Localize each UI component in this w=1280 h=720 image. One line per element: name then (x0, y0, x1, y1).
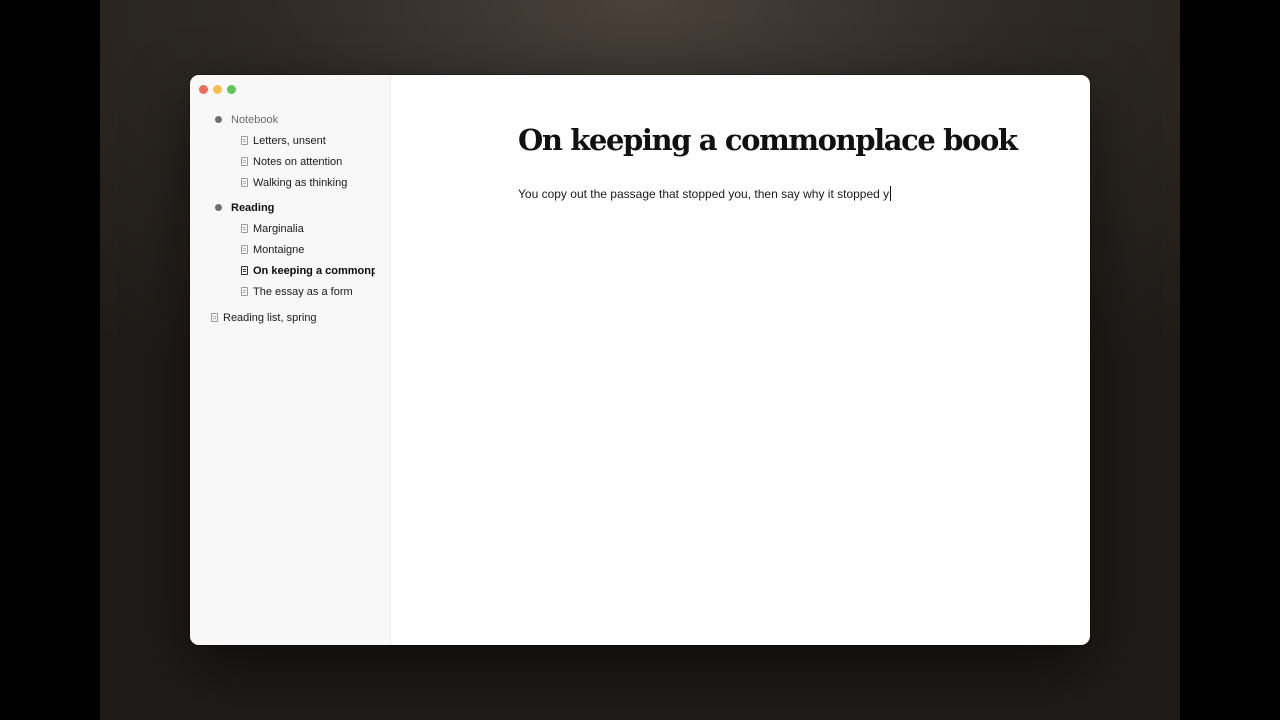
document-icon (241, 178, 248, 187)
sidebar-item-essay-as-a-form[interactable]: The essay as a form (190, 281, 390, 302)
group-reading: Reading Marginalia Montaigne On keeping … (190, 197, 390, 302)
group-notebook: Notebook Letters, unsent Notes on attent… (190, 109, 390, 193)
close-window-button[interactable] (199, 85, 208, 94)
sidebar-item-label: On keeping a commonplace book (253, 264, 375, 277)
app-window: Notebook Letters, unsent Notes on attent… (190, 75, 1090, 645)
sidebar-item-label: Notes on attention (253, 155, 343, 168)
group-dot-icon (215, 204, 222, 211)
sidebar-item-label: Marginalia (253, 222, 304, 235)
sidebar: Notebook Letters, unsent Notes on attent… (190, 75, 391, 645)
editor-pane[interactable]: On keeping a commonplace book You copy o… (391, 75, 1090, 645)
body-text: You copy out the passage that stopped yo… (518, 186, 890, 201)
sidebar-item-marginalia[interactable]: Marginalia (190, 218, 390, 239)
text-caret (890, 186, 892, 201)
group-label: Reading (231, 201, 275, 214)
sidebar-item-walking-as-thinking[interactable]: Walking as thinking (190, 172, 390, 193)
sidebar-item-label: The essay as a form (253, 285, 353, 298)
sidebar-item-letters-unsent[interactable]: Letters, unsent (190, 130, 390, 151)
sidebar-item-reading-list-spring[interactable]: Reading list, spring (190, 307, 390, 328)
document-icon (211, 313, 218, 322)
sidebar-item-label: Letters, unsent (253, 134, 326, 147)
group-label: Notebook (231, 113, 279, 126)
document-icon (241, 136, 248, 145)
document-icon (241, 224, 248, 233)
sidebar-item-commonplace-book[interactable]: On keeping a commonplace book (190, 260, 390, 281)
sidebar-item-label: Montaigne (253, 243, 305, 256)
group-dot-icon (215, 116, 222, 123)
sidebar-item-label: Reading list, spring (223, 311, 317, 324)
document-icon (241, 266, 248, 275)
document-icon (241, 245, 248, 254)
document-icon (241, 287, 248, 296)
zoom-window-button[interactable] (227, 85, 236, 94)
group-header-reading[interactable]: Reading (190, 197, 390, 218)
minimize-window-button[interactable] (213, 85, 222, 94)
document-title[interactable]: On keeping a commonplace book (518, 123, 1018, 157)
sidebar-item-notes-on-attention[interactable]: Notes on attention (190, 151, 390, 172)
sidebar-item-label: Walking as thinking (253, 176, 348, 189)
window-controls (199, 85, 236, 94)
group-header-notebook[interactable]: Notebook (190, 109, 390, 130)
document-icon (241, 157, 248, 166)
sidebar-item-montaigne[interactable]: Montaigne (190, 239, 390, 260)
document-tree: Notebook Letters, unsent Notes on attent… (190, 109, 390, 328)
document-body[interactable]: You copy out the passage that stopped yo… (518, 186, 892, 201)
